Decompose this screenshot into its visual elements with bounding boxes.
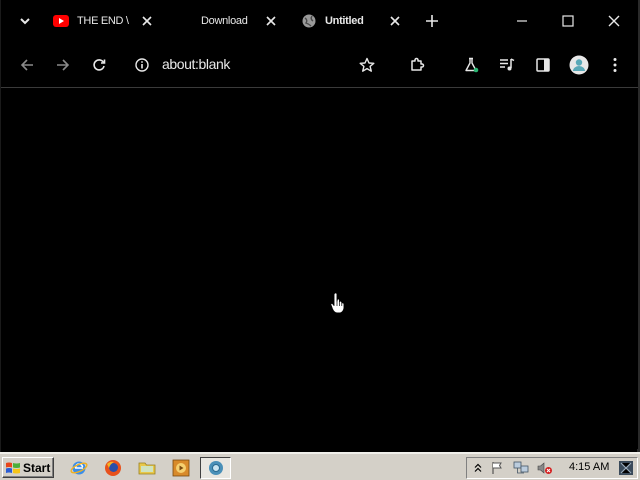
taskbar: Start 4:15 AM [0, 452, 640, 480]
arrow-right-icon [57, 59, 70, 71]
firefox-icon [105, 460, 121, 476]
system-tray: 4:15 AM [466, 457, 638, 479]
hand-cursor-icon [330, 292, 346, 319]
side-panel-button[interactable] [532, 54, 554, 76]
tab-title: Untitled [325, 15, 364, 27]
taskbar-chrome-button[interactable] [200, 457, 231, 479]
explorer-launcher[interactable] [137, 458, 157, 478]
info-icon [135, 58, 149, 72]
tab-download[interactable]: Download [177, 6, 285, 36]
menu-button[interactable] [604, 54, 626, 76]
profile-button[interactable] [568, 54, 590, 76]
flag-icon [492, 462, 502, 474]
volume-muted-icon [537, 462, 552, 474]
tray-app-icon[interactable] [618, 460, 634, 476]
media-controls-button[interactable] [496, 54, 518, 76]
chrome-icon [208, 461, 223, 475]
page-content[interactable] [1, 88, 638, 449]
tab-youtube[interactable]: THE END \ [53, 6, 161, 36]
arrow-left-icon [20, 59, 33, 71]
tab-strip: THE END \ Download Untitled [1, 0, 638, 42]
chevron-down-icon [20, 18, 30, 25]
close-icon [608, 15, 620, 27]
labs-button[interactable] [460, 54, 482, 76]
reload-icon [93, 59, 106, 71]
internet-explorer-icon [70, 461, 88, 475]
extensions-button[interactable] [406, 54, 428, 76]
flask-icon [465, 57, 479, 73]
forward-button[interactable] [52, 54, 74, 76]
start-button[interactable]: Start [2, 457, 54, 478]
network-icon [513, 461, 529, 474]
minimize-button[interactable] [512, 11, 532, 31]
plus-icon [426, 15, 438, 27]
start-label: Start [23, 460, 51, 475]
show-hidden-icons-button[interactable] [470, 460, 486, 476]
star-icon [359, 57, 375, 72]
firefox-launcher[interactable] [103, 458, 123, 478]
reload-button[interactable] [88, 54, 110, 76]
avatar-icon [569, 55, 589, 75]
browser-window: THE END \ Download Untitled about:blank [0, 0, 640, 452]
music-queue-icon [500, 58, 515, 71]
close-icon[interactable] [139, 13, 155, 29]
maximize-icon [562, 15, 574, 27]
site-info-button[interactable] [131, 54, 153, 76]
new-tab-button[interactable] [423, 12, 441, 30]
browser-toolbar: about:blank [1, 42, 638, 88]
media-player-launcher[interactable] [171, 458, 191, 478]
bookmark-button[interactable] [356, 54, 378, 76]
address-bar[interactable]: about:blank [162, 56, 230, 72]
youtube-icon [53, 13, 69, 29]
puzzle-icon [411, 57, 425, 71]
folder-icon [138, 462, 156, 475]
side-panel-icon [536, 58, 550, 72]
internet-explorer-launcher[interactable] [69, 458, 89, 478]
tab-untitled[interactable]: Untitled [301, 6, 411, 36]
close-icon[interactable] [387, 13, 403, 29]
back-button[interactable] [16, 54, 38, 76]
globe-icon [301, 13, 317, 29]
tab-title: Download [201, 15, 248, 27]
action-center-tray[interactable] [489, 460, 505, 476]
tab-search-button[interactable] [13, 10, 37, 32]
maximize-button[interactable] [558, 11, 578, 31]
minimize-icon [517, 20, 527, 22]
network-tray[interactable] [513, 460, 529, 476]
volume-tray[interactable] [537, 460, 553, 476]
window-close-button[interactable] [604, 11, 624, 31]
chevron-up-icon [474, 463, 482, 472]
tab-title: THE END \ [77, 15, 129, 27]
media-player-icon [172, 459, 190, 477]
taskbar-clock[interactable]: 4:15 AM [569, 461, 609, 473]
kebab-menu-icon [613, 58, 617, 72]
close-icon[interactable] [263, 13, 279, 29]
monitor-app-icon [619, 461, 633, 475]
windows-logo-icon [6, 462, 20, 473]
